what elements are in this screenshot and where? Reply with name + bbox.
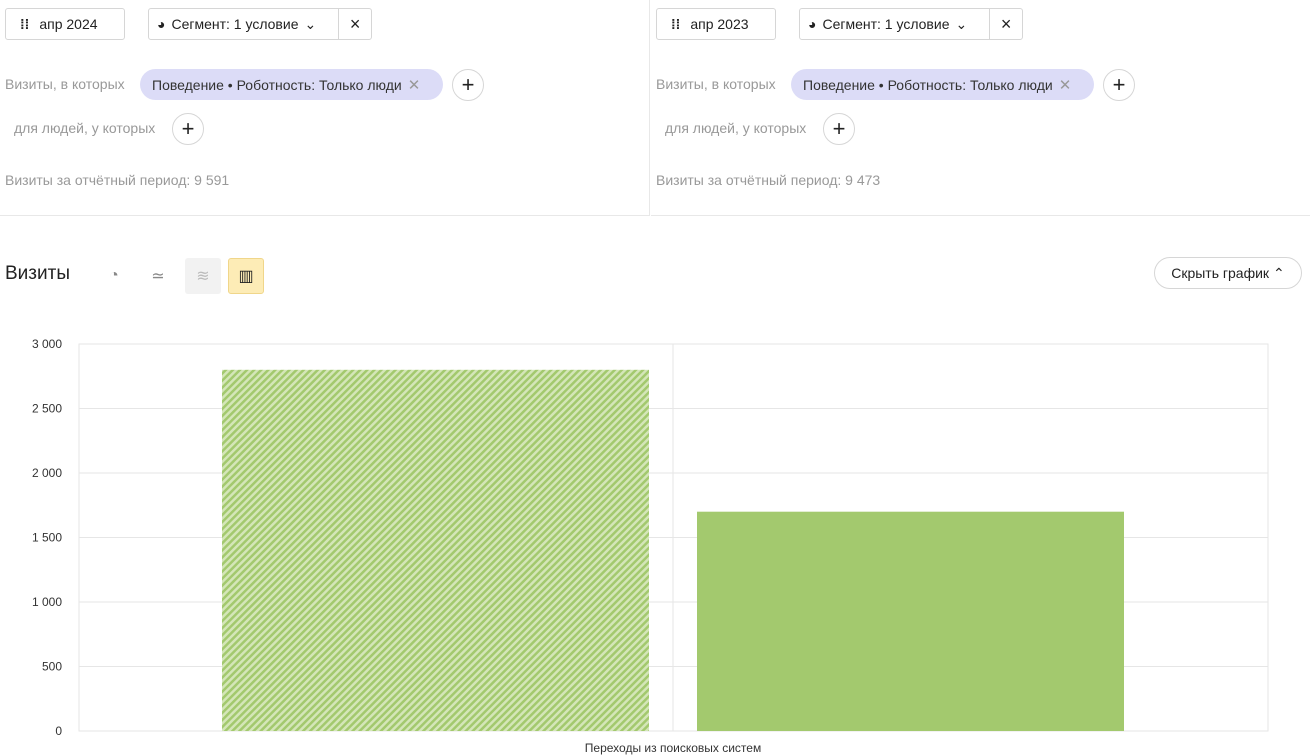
people-condition-label: для людей, у которых [14, 120, 156, 136]
segment-selector: ◕ Сегмент: 1 условие ⌄ × [799, 8, 1023, 40]
add-people-condition-button[interactable]: + [172, 113, 204, 145]
y-tick-label: 0 [55, 724, 62, 738]
calendar-icon: ⁞⁞ [20, 16, 30, 32]
add-visit-condition-button[interactable]: + [452, 69, 484, 101]
remove-condition-icon[interactable]: ✕ [408, 76, 421, 94]
clear-segment-button[interactable]: × [339, 14, 371, 35]
segment-label: Сегмент: 1 условие [171, 16, 299, 32]
y-tick-label: 3 000 [32, 337, 62, 351]
visits-condition-label: Визиты, в которых [656, 76, 776, 92]
condition-chip-label: Поведение • Роботность: Только люди [803, 76, 1053, 93]
bar-2023[interactable] [697, 511, 1124, 731]
condition-chip-label: Поведение • Роботность: Только люди [152, 76, 402, 93]
bar-2024[interactable] [222, 369, 649, 731]
pie-icon: ◕ [808, 16, 817, 32]
segment-panel-2: ⁞⁞ апр 2023 ◕ Сегмент: 1 условие ⌄ × Визиты,… [651, 0, 1310, 216]
y-tick-label: 1 000 [32, 595, 62, 609]
pie-icon: ◕ [157, 16, 166, 32]
chevron-down-icon: ⌄ [955, 15, 968, 32]
add-people-condition-button[interactable]: + [823, 113, 855, 145]
y-tick-label: 1 500 [32, 531, 62, 545]
hide-chart-button[interactable]: Скрыть график ⌃ [1154, 257, 1302, 289]
bar-chart-icon[interactable]: ▥ [228, 258, 264, 294]
date-picker-button[interactable]: ⁞⁞ апр 2024 [5, 8, 125, 40]
chart-title: Визиты [5, 263, 70, 284]
period-total: Визиты за отчётный период: 9 591 [5, 172, 230, 188]
period-total: Визиты за отчётный период: 9 473 [656, 172, 881, 188]
segment-label: Сегмент: 1 условие [822, 16, 950, 32]
segment-panel-1: ⁞⁞ апр 2024 ◕ Сегмент: 1 условие ⌄ × Визиты,… [0, 0, 650, 216]
remove-condition-icon[interactable]: ✕ [1059, 76, 1072, 94]
people-condition-label: для людей, у которых [665, 120, 807, 136]
condition-chip[interactable]: Поведение • Роботность: Только люди ✕ [140, 69, 443, 100]
line-chart-icon[interactable]: ≃ [140, 258, 176, 294]
area-chart-icon[interactable]: ≋ [185, 258, 221, 294]
visits-condition-label: Визиты, в которых [5, 76, 125, 92]
date-picker-button[interactable]: ⁞⁞ апр 2023 [656, 8, 776, 40]
hide-chart-label: Скрыть график [1171, 265, 1270, 281]
segment-dropdown[interactable]: ◕ Сегмент: 1 условие ⌄ [800, 9, 991, 39]
chevron-down-icon: ⌄ [304, 15, 317, 32]
y-tick-label: 2 000 [32, 466, 62, 480]
chevron-up-icon: ⌃ [1273, 264, 1285, 281]
condition-chip[interactable]: Поведение • Роботность: Только люди ✕ [791, 69, 1094, 100]
calendar-icon: ⁞⁞ [671, 16, 681, 32]
plot-area [78, 343, 1269, 732]
add-visit-condition-button[interactable]: + [1103, 69, 1135, 101]
clear-segment-button[interactable]: × [990, 14, 1022, 35]
y-tick-label: 2 500 [32, 402, 62, 416]
segment-selector: ◕ Сегмент: 1 условие ⌄ × [148, 8, 372, 40]
y-tick-label: 500 [42, 660, 62, 674]
date-label: апр 2024 [39, 16, 98, 32]
date-label: апр 2023 [690, 16, 749, 32]
x-category-label: Переходы из поисковых систем [585, 741, 761, 755]
segment-dropdown[interactable]: ◕ Сегмент: 1 условие ⌄ [149, 9, 340, 39]
pie-chart-icon[interactable]: ◔ [96, 258, 132, 294]
